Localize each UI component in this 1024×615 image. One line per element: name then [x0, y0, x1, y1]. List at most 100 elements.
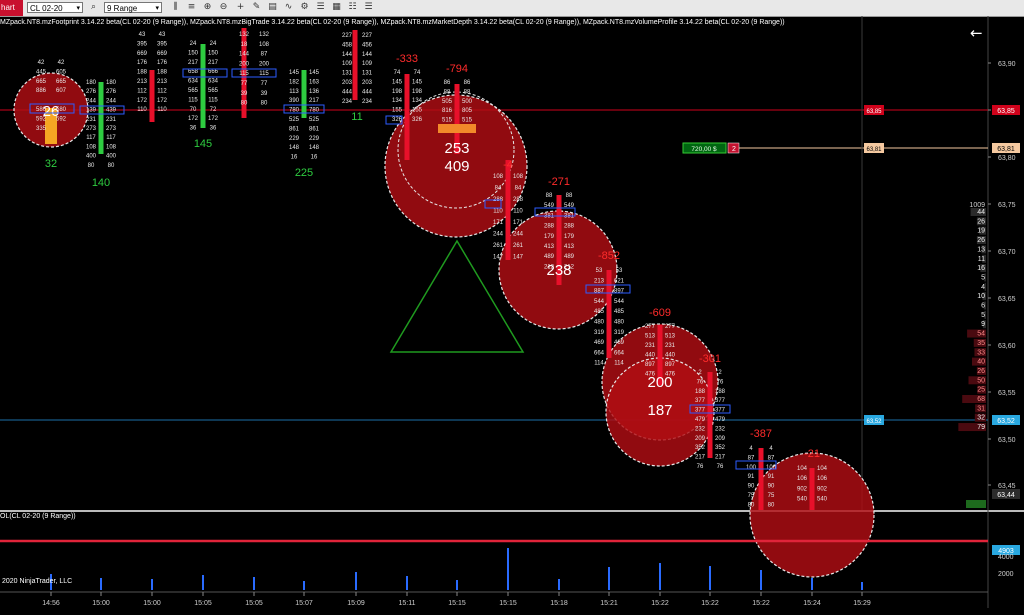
ask-value: 525 — [309, 117, 320, 123]
depth-value: 68 — [977, 396, 985, 403]
depth-value: 16 — [977, 265, 985, 272]
bid-value: 209 — [695, 436, 706, 442]
bid-value: 400 — [86, 154, 97, 160]
bid-value: 24 — [190, 41, 197, 47]
bid-value: 273 — [86, 126, 97, 132]
bar-delta: -21 — [804, 448, 820, 460]
ask-value: 148 — [309, 145, 320, 151]
bid-value: 515 — [442, 118, 453, 124]
bid-value: 395 — [137, 41, 148, 47]
ask-value: 86 — [464, 80, 471, 86]
time-label: 15:05 — [245, 600, 263, 607]
ask-value: 231 — [106, 117, 117, 123]
ask-value: 179 — [564, 234, 575, 240]
depth-value: 44 — [977, 209, 985, 216]
bid-value: 445 — [36, 69, 47, 75]
time-label: 15:21 — [600, 600, 618, 607]
ask-value: 621 — [614, 278, 625, 284]
bid-value: 76 — [697, 464, 704, 470]
bid-value: 887 — [594, 289, 605, 295]
price-marker-text: 63,81 — [997, 146, 1015, 153]
ask-value: 485 — [614, 309, 625, 315]
ask-value: 665 — [56, 79, 67, 85]
ask-value: 136 — [309, 89, 320, 95]
bid-value: 76 — [697, 379, 704, 385]
bid-value: 112 — [137, 88, 147, 94]
depth-value: 35 — [977, 340, 985, 347]
poc-box — [438, 124, 476, 133]
ask-value: 77 — [261, 81, 268, 87]
ask-value: 188 — [157, 70, 168, 76]
depth-bid-bar — [966, 500, 986, 508]
bid-value: 288 — [544, 224, 555, 230]
ask-value: 203 — [362, 80, 373, 86]
ask-value: 84 — [515, 186, 522, 192]
ask-value: 188 — [715, 389, 726, 395]
volume-bar — [406, 576, 408, 590]
time-label: 15:22 — [651, 600, 669, 607]
ask-value: 198 — [412, 89, 423, 95]
ask-value: 229 — [309, 136, 320, 142]
bid-value: 144 — [239, 52, 250, 58]
price-marker-text: 63,52 — [997, 418, 1015, 425]
bid-value: 227 — [342, 33, 353, 39]
ask-value: 108 — [106, 144, 117, 150]
bid-value: 171 — [493, 220, 504, 226]
order-price: 720,00 $ — [691, 146, 717, 153]
ask-value: 172 — [157, 98, 168, 104]
bid-value: 80 — [88, 163, 95, 169]
footprint-bar: 277513231440897476277513231440897476-609… — [645, 307, 676, 419]
price-marker: 63,44 — [992, 489, 1020, 499]
bar-delta: -794 — [446, 63, 468, 75]
ask-value: 540 — [817, 497, 828, 503]
ask-value: 227 — [362, 33, 373, 39]
bid-value: 544 — [594, 299, 605, 305]
bid-value: 172 — [137, 98, 148, 104]
bid-value: 108 — [86, 144, 97, 150]
volume-bar — [100, 578, 102, 590]
price-label: 63,60 — [998, 343, 1016, 350]
volume-bar — [253, 577, 255, 590]
price-label: 63,70 — [998, 249, 1016, 256]
copyright: 2020 NinjaTrader, LLC — [2, 578, 73, 585]
depth-header: 1009 — [969, 202, 985, 209]
ask-value: 36 — [210, 126, 217, 132]
footprint-chart[interactable]: 4244566588658059233542605665607580592263… — [0, 0, 1024, 615]
bid-value: 18 — [241, 42, 248, 48]
footprint-bar: 180 276 244 139 231 273 117 108 400 80 180 276 244 43… — [86, 80, 117, 189]
depth-value: 32 — [977, 415, 985, 422]
ask-value: 110 — [513, 209, 523, 215]
price-marker-text: 63,85 — [866, 109, 882, 115]
bid-value: 16 — [291, 155, 298, 161]
ask-value: 500 — [462, 99, 473, 105]
ask-value: 232 — [715, 426, 726, 432]
bid-value: 176 — [137, 60, 148, 66]
bid-value: 458 — [342, 42, 353, 48]
volume-label: 4000 — [998, 554, 1014, 561]
bid-value: 88 — [444, 89, 451, 95]
depth-value: 26 — [977, 237, 985, 244]
price-marker-text: 63,52 — [866, 419, 882, 425]
bid-value: 319 — [594, 330, 605, 336]
bid-value: 148 — [289, 145, 300, 151]
footprint-bar: 1088428811017124426114710884288110171244… — [493, 159, 524, 261]
ask-value: 80 — [108, 163, 115, 169]
price-label: 63,90 — [998, 61, 1016, 68]
ask-value: 605 — [56, 69, 67, 75]
time-label: 15:24 — [803, 600, 821, 607]
bid-value: 144 — [342, 52, 353, 58]
ask-value: 634 — [208, 79, 219, 85]
volume-bar — [149, 70, 155, 122]
ask-value: 80 — [768, 502, 775, 508]
volume-bar — [606, 270, 612, 358]
bid-value: 115 — [188, 97, 198, 103]
bid-value: 188 — [695, 389, 706, 395]
ask-value: 115 — [259, 71, 269, 77]
ask-value: 565 — [208, 88, 219, 94]
ask-value: 115 — [208, 97, 218, 103]
volume-bar — [861, 582, 863, 590]
bid-value: 117 — [86, 135, 96, 141]
depth-value: 19 — [977, 228, 985, 235]
bid-value: 179 — [544, 234, 555, 240]
bid-value: 150 — [188, 50, 199, 56]
